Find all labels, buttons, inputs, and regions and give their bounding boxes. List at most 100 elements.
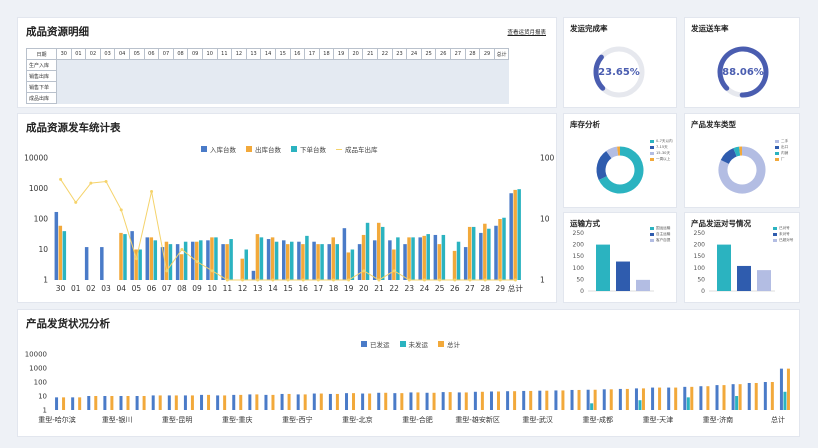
bar: [174, 395, 178, 410]
bar: [255, 394, 259, 410]
bar: [158, 395, 162, 410]
y-tick-label: 200: [573, 242, 585, 249]
bar: [757, 270, 771, 291]
day-header: 24: [406, 48, 422, 60]
bar: [609, 389, 613, 410]
bar: [296, 394, 300, 410]
bar: [183, 395, 187, 410]
legend-swatch: [773, 226, 777, 230]
bar: [686, 397, 690, 410]
bar: [221, 244, 225, 280]
table-cell: [304, 81, 320, 93]
x-tick-label: 重型-北京: [342, 415, 373, 424]
bar: [634, 388, 638, 410]
row-label: 销售出库: [26, 70, 57, 82]
bar: [554, 390, 558, 410]
bar: [135, 396, 139, 410]
table-cell: [377, 59, 393, 71]
series-point: [180, 248, 184, 251]
bar: [345, 393, 349, 410]
x-tick-label: 05: [132, 284, 142, 293]
bar: [84, 247, 89, 280]
table-cell: [216, 70, 233, 82]
x-tick-label: 重型-哈尔滨: [38, 415, 76, 424]
bar: [590, 403, 594, 410]
table-cell: [245, 59, 262, 71]
shipment-match-card: 产品发运对号情况 250 200 150 100 50 0 已对号 未对号 已超对号: [684, 212, 800, 303]
x-tick-label: 重型-济南: [703, 415, 734, 424]
table-cell: [420, 70, 437, 82]
table-cell: [114, 59, 130, 71]
bar: [361, 234, 366, 280]
bar: [62, 397, 66, 410]
table-cell: [450, 70, 466, 82]
x-tick-label: 18: [329, 284, 339, 293]
table-cell: [245, 81, 262, 93]
bar: [301, 244, 305, 280]
day-header: 03: [99, 48, 116, 60]
table-cell: [143, 81, 160, 93]
y-tick-label: 50: [576, 276, 584, 283]
bar: [271, 394, 275, 410]
delivery-status-title: 产品发货状况分析: [26, 318, 110, 330]
bar: [506, 391, 510, 410]
y-tick-label: 200: [694, 242, 706, 249]
table-cell: [450, 59, 466, 71]
bar: [432, 392, 436, 410]
bar: [270, 237, 275, 280]
y-tick-label: 150: [573, 253, 585, 260]
table-cell: [304, 59, 320, 71]
day-header: 21: [362, 48, 379, 60]
transport-legend: 国运运输 自主运输 客户自提: [650, 225, 670, 243]
table-cell: [450, 92, 466, 104]
bar: [266, 239, 271, 280]
x-tick-label: 01: [71, 284, 81, 293]
bar: [754, 382, 758, 410]
legend-item[interactable]: 一周以上: [650, 156, 673, 162]
table-cell: [493, 92, 510, 104]
transport-method-card: 运输方式 250 200 150 100 50 0 国运运输 自主运输 客户自提: [563, 212, 677, 303]
bar: [747, 382, 751, 410]
series-point: [377, 278, 381, 282]
bar: [259, 237, 264, 280]
day-header: 23: [391, 48, 408, 60]
bar: [100, 247, 104, 280]
gauge-card-delivery: 发运送车率 88.06%: [684, 17, 800, 108]
day-header: 08: [172, 48, 189, 60]
bar: [365, 222, 370, 280]
y-tick-label: 10000: [24, 154, 48, 163]
bar: [94, 396, 98, 410]
day-header: 28: [464, 48, 481, 60]
bar: [312, 241, 316, 280]
bar: [153, 240, 158, 280]
table-cell: [479, 59, 495, 71]
table-cell: [347, 92, 364, 104]
series-point: [134, 257, 138, 261]
monthly-report-link[interactable]: 查看运货月报表: [507, 28, 546, 36]
legend-item[interactable]: 已超对号: [773, 237, 793, 243]
bar: [641, 388, 645, 410]
inventory-legend: 0-7天以内 7-15天 15-30天 一周以上: [650, 138, 673, 162]
bar: [346, 252, 351, 280]
table-cell: [289, 70, 306, 82]
legend-label: 一周以上: [656, 157, 671, 161]
x-tick-label: 30: [56, 284, 66, 293]
bar: [735, 396, 739, 410]
table-cell: [289, 59, 306, 71]
legend-swatch: [438, 341, 444, 347]
legend-item[interactable]: 厂: [775, 156, 788, 162]
bar: [763, 382, 767, 410]
dispatch-stats-card: 成品资源发车统计表 入库台数 出库台数 下单台数 成品车出库 10000 1000…: [17, 113, 557, 303]
table-cell: [128, 92, 145, 104]
table-cell: [464, 81, 481, 93]
legend-item[interactable]: 客户自提: [650, 237, 670, 243]
table-cell: [391, 70, 408, 82]
y-tick-label: 1000: [29, 365, 47, 373]
bar: [457, 392, 461, 410]
table-cell: [377, 92, 393, 104]
bar: [392, 249, 396, 280]
bar: [522, 390, 526, 410]
bar: [54, 211, 59, 280]
x-tick-label: 17: [314, 284, 324, 293]
table-cell: [333, 92, 349, 104]
